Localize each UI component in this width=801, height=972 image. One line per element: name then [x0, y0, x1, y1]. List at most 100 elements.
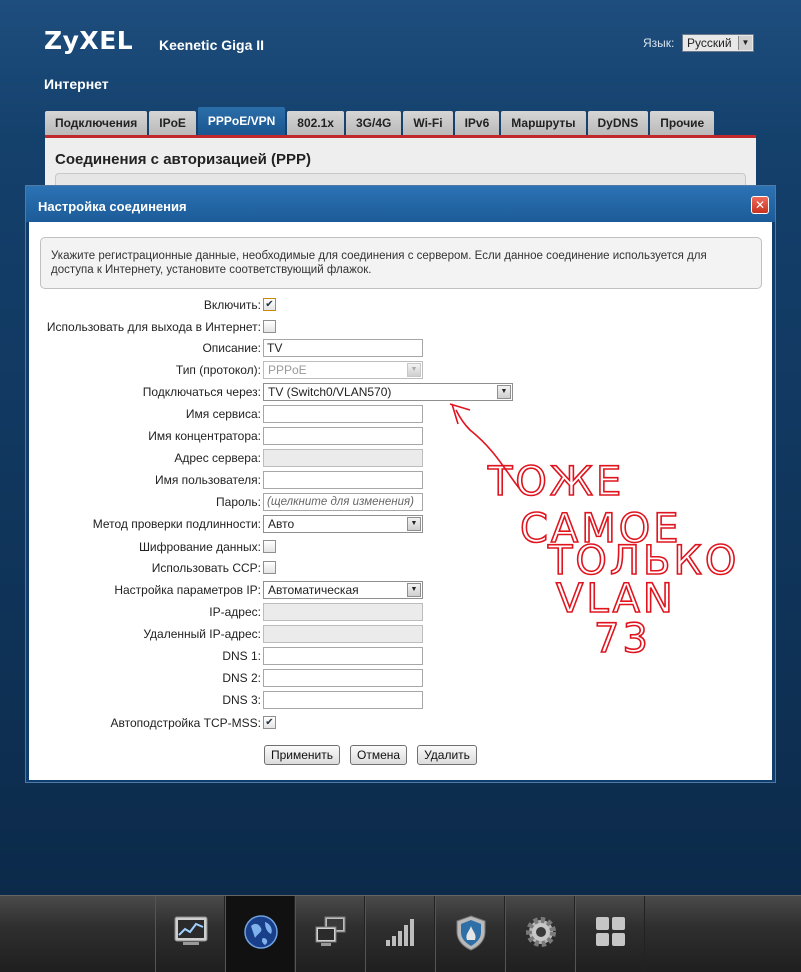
- panel-title: Соединения с авторизацией (PPP): [55, 151, 312, 168]
- ccp-checkbox[interactable]: [263, 561, 276, 574]
- dns2-label: DNS 2:: [222, 671, 261, 685]
- language-label: Язык:: [643, 36, 675, 50]
- ip-settings-select[interactable]: Автоматическая ▼: [263, 581, 423, 599]
- row-password: Пароль: (щелкните для изменения): [29, 493, 772, 511]
- device-model: Keenetic Giga II: [159, 37, 265, 53]
- dns1-label: DNS 1:: [222, 649, 261, 663]
- chevron-down-icon: ▼: [407, 517, 421, 531]
- tab-8021x[interactable]: 802.1x: [287, 111, 344, 135]
- dialog-title: Настройка соединения: [38, 199, 187, 214]
- remote-ip-input[interactable]: [263, 625, 423, 643]
- row-protocol: Тип (протокол): PPPoE ▼: [29, 361, 772, 379]
- row-dns3: DNS 3:: [29, 691, 772, 709]
- gear-icon: [526, 917, 556, 947]
- service-name-label: Имя сервиса:: [185, 407, 261, 421]
- nav-security[interactable]: [435, 896, 505, 972]
- auth-method-label: Метод проверки подлинности:: [92, 517, 261, 531]
- encryption-label: Шифрование данных:: [138, 540, 261, 554]
- shield-icon: [456, 915, 486, 951]
- row-connect-via: Подключаться через: TV (Switch0/VLAN570)…: [29, 383, 772, 401]
- row-use-internet: Использовать для выхода в Интернет:: [29, 318, 772, 336]
- dialog-header: Настройка соединения ✕: [26, 186, 775, 222]
- dialog-body: Укажите регистрационные данные, необходи…: [29, 222, 772, 780]
- row-ccp: Использовать CCP:: [29, 559, 772, 577]
- tab-3g4g[interactable]: 3G/4G: [345, 111, 402, 135]
- row-dns1: DNS 1:: [29, 647, 772, 665]
- globe-icon: [244, 915, 278, 949]
- nav-internet[interactable]: [225, 896, 295, 972]
- tab-wifi[interactable]: Wi-Fi: [403, 111, 453, 135]
- row-auth-method: Метод проверки подлинности: Авто ▼: [29, 515, 772, 533]
- tab-dydns[interactable]: DyDNS: [587, 111, 649, 135]
- ccp-label: Использовать CCP:: [151, 561, 261, 575]
- remote-ip-label: Удаленный IP-адрес:: [143, 627, 261, 641]
- password-label: Пароль:: [216, 495, 261, 509]
- delete-button[interactable]: Удалить: [417, 745, 477, 765]
- row-username: Имя пользователя:: [29, 471, 772, 489]
- enable-checkbox[interactable]: ✔: [263, 298, 276, 311]
- row-dns2: DNS 2:: [29, 669, 772, 687]
- tab-connections[interactable]: Подключения: [45, 111, 148, 135]
- dialog-buttons: Применить Отмена Удалить: [264, 745, 487, 765]
- dns3-label: DNS 3:: [222, 693, 261, 707]
- brand-logo: ZyXEL: [44, 26, 134, 55]
- tab-bar: Подключения IPoE PPPoE/VPN 802.1x 3G/4G …: [45, 107, 716, 135]
- dns3-input[interactable]: [263, 691, 423, 709]
- ip-address-input[interactable]: [263, 603, 423, 621]
- ip-settings-value: Автоматическая: [268, 583, 359, 597]
- nav-applications[interactable]: [575, 896, 645, 972]
- password-input[interactable]: (щелкните для изменения): [263, 493, 423, 511]
- row-service-name: Имя сервиса:: [29, 405, 772, 423]
- protocol-label: Тип (протокол):: [175, 363, 261, 377]
- row-remote-ip: Удаленный IP-адрес:: [29, 625, 772, 643]
- row-tcp-mss: Автоподстройка TCP-MSS: ✔: [29, 714, 772, 732]
- ip-address-label: IP-адрес:: [209, 605, 261, 619]
- tab-pppoe-vpn[interactable]: PPPoE/VPN: [197, 107, 286, 135]
- description-input[interactable]: TV: [263, 339, 423, 357]
- auth-method-select[interactable]: Авто ▼: [263, 515, 423, 533]
- nav-wifi[interactable]: [365, 896, 435, 972]
- nav-monitor[interactable]: [155, 896, 225, 972]
- tcp-mss-label: Автоподстройка TCP-MSS:: [110, 716, 261, 730]
- connect-via-label: Подключаться через:: [142, 385, 261, 399]
- ppp-connections-panel: Соединения с авторизацией (PPP): [45, 138, 756, 187]
- protocol-select[interactable]: PPPoE ▼: [263, 361, 423, 379]
- concentrator-label: Имя концентратора:: [148, 429, 261, 443]
- connect-via-value: TV (Switch0/VLAN570): [268, 385, 392, 399]
- connect-via-select[interactable]: TV (Switch0/VLAN570) ▼: [263, 383, 513, 401]
- dns2-input[interactable]: [263, 669, 423, 687]
- cancel-button[interactable]: Отмена: [350, 745, 408, 765]
- nav-home-network[interactable]: [295, 896, 365, 972]
- chevron-down-icon: ▼: [497, 385, 511, 399]
- tcp-mss-checkbox[interactable]: ✔: [263, 716, 276, 729]
- bottom-navigation: [0, 895, 801, 972]
- enable-label: Включить:: [203, 298, 261, 312]
- close-icon[interactable]: ✕: [751, 196, 769, 214]
- row-ip-settings: Настройка параметров IP: Автоматическая …: [29, 581, 772, 599]
- chevron-down-icon: ▼: [738, 36, 752, 50]
- use-internet-label: Использовать для выхода в Интернет:: [46, 320, 261, 334]
- dns1-input[interactable]: [263, 647, 423, 665]
- server-address-input[interactable]: [263, 449, 423, 467]
- monitor-chart-icon: [174, 916, 208, 945]
- tab-other[interactable]: Прочие: [650, 111, 715, 135]
- language-select[interactable]: Русский ▼: [682, 34, 754, 52]
- row-ip-address: IP-адрес:: [29, 603, 772, 621]
- row-encryption: Шифрование данных:: [29, 538, 772, 556]
- page-title: Интернет: [44, 76, 109, 92]
- description-label: Описание:: [202, 341, 261, 355]
- encryption-checkbox[interactable]: [263, 540, 276, 553]
- use-internet-checkbox[interactable]: [263, 320, 276, 333]
- service-name-input[interactable]: [263, 405, 423, 423]
- nav-system[interactable]: [505, 896, 575, 972]
- tab-routes[interactable]: Маршруты: [501, 111, 586, 135]
- protocol-value: PPPoE: [268, 363, 307, 377]
- server-address-label: Адрес сервера:: [174, 451, 261, 465]
- apply-button[interactable]: Применить: [264, 745, 341, 765]
- tab-ipv6[interactable]: IPv6: [454, 111, 500, 135]
- username-input[interactable]: [263, 471, 423, 489]
- concentrator-input[interactable]: [263, 427, 423, 445]
- tab-ipoe[interactable]: IPoE: [149, 111, 196, 135]
- row-server-address: Адрес сервера:: [29, 449, 772, 467]
- auth-method-value: Авто: [268, 517, 295, 531]
